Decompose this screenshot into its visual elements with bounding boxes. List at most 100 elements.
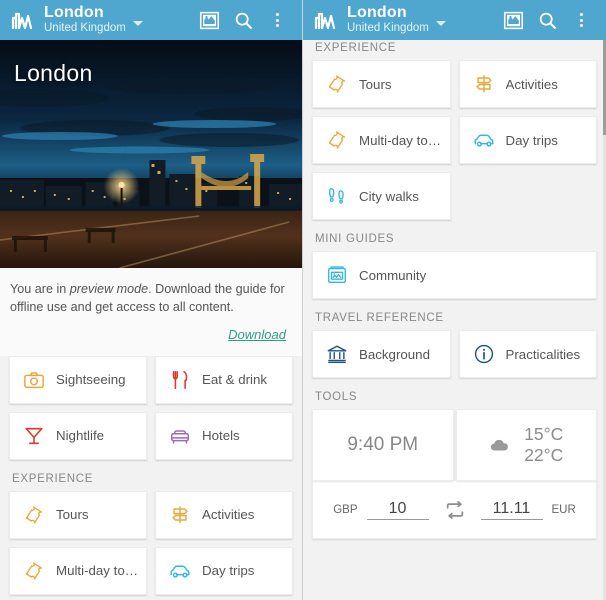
overflow-menu-icon[interactable]: [564, 3, 598, 37]
tile-label: Day trips: [202, 563, 255, 578]
tile-background[interactable]: Background: [312, 330, 451, 378]
overflow-menu-icon[interactable]: [260, 3, 294, 37]
mountain-chart-logo-icon: [10, 7, 36, 33]
preview-text-before: You are in: [10, 282, 70, 296]
travel-reference-tile-grid: Background Practicalities: [303, 330, 606, 378]
explore-tile-grid: Sightseeing Eat & drink Nightlife Hotels: [0, 355, 302, 460]
tools-section: 9:40 PM 15°C 22°C GBP 10 11.11 EUR: [303, 409, 606, 539]
appbar-titles[interactable]: London United Kingdom: [44, 5, 126, 35]
bed-icon: [169, 425, 191, 447]
tile-sightseeing[interactable]: Sightseeing: [9, 355, 147, 404]
preview-emphasis: preview mode: [69, 282, 149, 296]
currency-to-code: EUR: [551, 503, 576, 516]
appbar-titles[interactable]: London United Kingdom: [347, 5, 429, 35]
hero-image: London: [0, 40, 302, 268]
dual-pane-screenshot: London United Kingdom London You are in …: [0, 0, 606, 600]
appbar-country: United Kingdom: [347, 22, 429, 35]
currency-to-input[interactable]: 11.11: [480, 500, 543, 520]
preview-text: You are in preview mode. Download the gu…: [10, 280, 292, 317]
tile-label: Background: [359, 346, 430, 362]
clock-time: 9:40 PM: [347, 434, 419, 455]
appbar-city: London: [44, 4, 104, 22]
tile-label: Tours: [56, 507, 89, 522]
chevron-down-icon[interactable]: [435, 21, 446, 26]
experience-tile-grid-left: Tours Activities Multi-day to… Day trips: [0, 490, 302, 595]
app-bar-left: London United Kingdom: [0, 0, 302, 40]
tile-label: Hotels: [202, 428, 240, 443]
tile-label: Multi-day to…: [56, 563, 139, 578]
tile-tours[interactable]: Tours: [312, 60, 451, 108]
tile-label: City walks: [359, 188, 419, 204]
museum-icon: [326, 343, 348, 365]
swap-arrows-icon[interactable]: [442, 497, 468, 523]
tile-activities[interactable]: Activities: [458, 60, 597, 108]
tile-label: Activities: [505, 76, 558, 92]
section-header-mini-guides: MINI GUIDES: [315, 233, 395, 245]
download-row: Download: [10, 317, 292, 348]
appbar-country: United Kingdom: [44, 22, 126, 35]
chevron-down-icon[interactable]: [132, 21, 143, 26]
search-icon[interactable]: [530, 3, 564, 37]
left-pane: London United Kingdom London You are in …: [0, 0, 303, 600]
tile-activities[interactable]: Activities: [155, 490, 293, 539]
info-icon: [473, 343, 495, 365]
download-link[interactable]: Download: [228, 327, 286, 342]
camera-icon: [23, 369, 45, 391]
signpost-icon: [473, 73, 495, 95]
temp-low: 15°C: [524, 424, 564, 445]
tile-day-trips[interactable]: Day trips: [458, 116, 597, 164]
map-globe-icon[interactable]: [496, 3, 530, 37]
cutlery-icon: [169, 369, 191, 391]
section-header-experience-left: EXPERIENCE: [12, 472, 94, 485]
tile-hotels[interactable]: Hotels: [155, 411, 293, 460]
cloud-icon: [489, 434, 511, 456]
ticket-icon: [23, 504, 45, 526]
tile-label: Nightlife: [56, 428, 105, 443]
tile-label: Day trips: [505, 132, 558, 148]
currency-converter-card[interactable]: GBP 10 11.11 EUR: [312, 481, 597, 539]
experience-tile-grid-right: Tours Activities Multi-day to… Day trips…: [303, 60, 606, 220]
tile-label: Eat & drink: [202, 372, 268, 387]
temp-high: 22°C: [524, 445, 564, 465]
hero-title: London: [14, 60, 93, 86]
clock-card[interactable]: 9:40 PM: [312, 409, 454, 481]
currency-from-input[interactable]: 10: [366, 500, 429, 520]
app-bar-right: London United Kingdom: [303, 0, 606, 40]
tile-community[interactable]: Community: [312, 251, 597, 299]
temperature-readings: 15°C 22°C: [524, 424, 563, 465]
tile-label: Multi-day to…: [359, 132, 442, 148]
weather-card[interactable]: 15°C 22°C: [455, 409, 597, 481]
car-icon: [473, 129, 495, 151]
tile-label: Activities: [202, 507, 255, 522]
search-icon[interactable]: [226, 3, 260, 37]
tile-city-walks[interactable]: City walks: [312, 172, 451, 220]
currency-from-code: GBP: [333, 503, 358, 516]
mountain-chart-logo-icon: [313, 7, 339, 33]
section-header-experience-right: EXPERIENCE: [315, 42, 397, 54]
tile-label: Sightseeing: [56, 372, 126, 387]
tile-tours[interactable]: Tours: [9, 490, 147, 539]
tile-multi-day-tours[interactable]: Multi-day to…: [9, 546, 147, 595]
tile-label: Community: [359, 267, 427, 283]
appbar-city: London: [347, 4, 407, 22]
footprints-icon: [326, 185, 348, 207]
newspaper-icon: [326, 264, 348, 286]
mini-guides-tile-grid: Community: [303, 251, 606, 299]
tile-practicalities[interactable]: Practicalities: [458, 330, 597, 378]
tile-label: Practicalities: [505, 346, 581, 362]
section-header-travel-reference: TRAVEL REFERENCE: [315, 312, 444, 324]
tile-nightlife[interactable]: Nightlife: [9, 411, 147, 460]
cocktail-icon: [23, 425, 45, 447]
tile-multi-day-tours[interactable]: Multi-day to…: [312, 116, 451, 164]
tile-day-trips[interactable]: Day trips: [155, 546, 293, 595]
map-globe-icon[interactable]: [192, 3, 226, 37]
ticket-icon: [23, 560, 45, 582]
tools-top-row: 9:40 PM 15°C 22°C: [312, 409, 597, 481]
right-pane: London United Kingdom EXPERIENCE Tours A…: [303, 0, 606, 600]
car-icon: [169, 560, 191, 582]
ticket-icon: [326, 129, 348, 151]
preview-mode-banner: You are in preview mode. Download the gu…: [0, 268, 302, 356]
ticket-icon: [326, 73, 348, 95]
tile-eat-drink[interactable]: Eat & drink: [155, 355, 293, 404]
signpost-icon: [169, 504, 191, 526]
